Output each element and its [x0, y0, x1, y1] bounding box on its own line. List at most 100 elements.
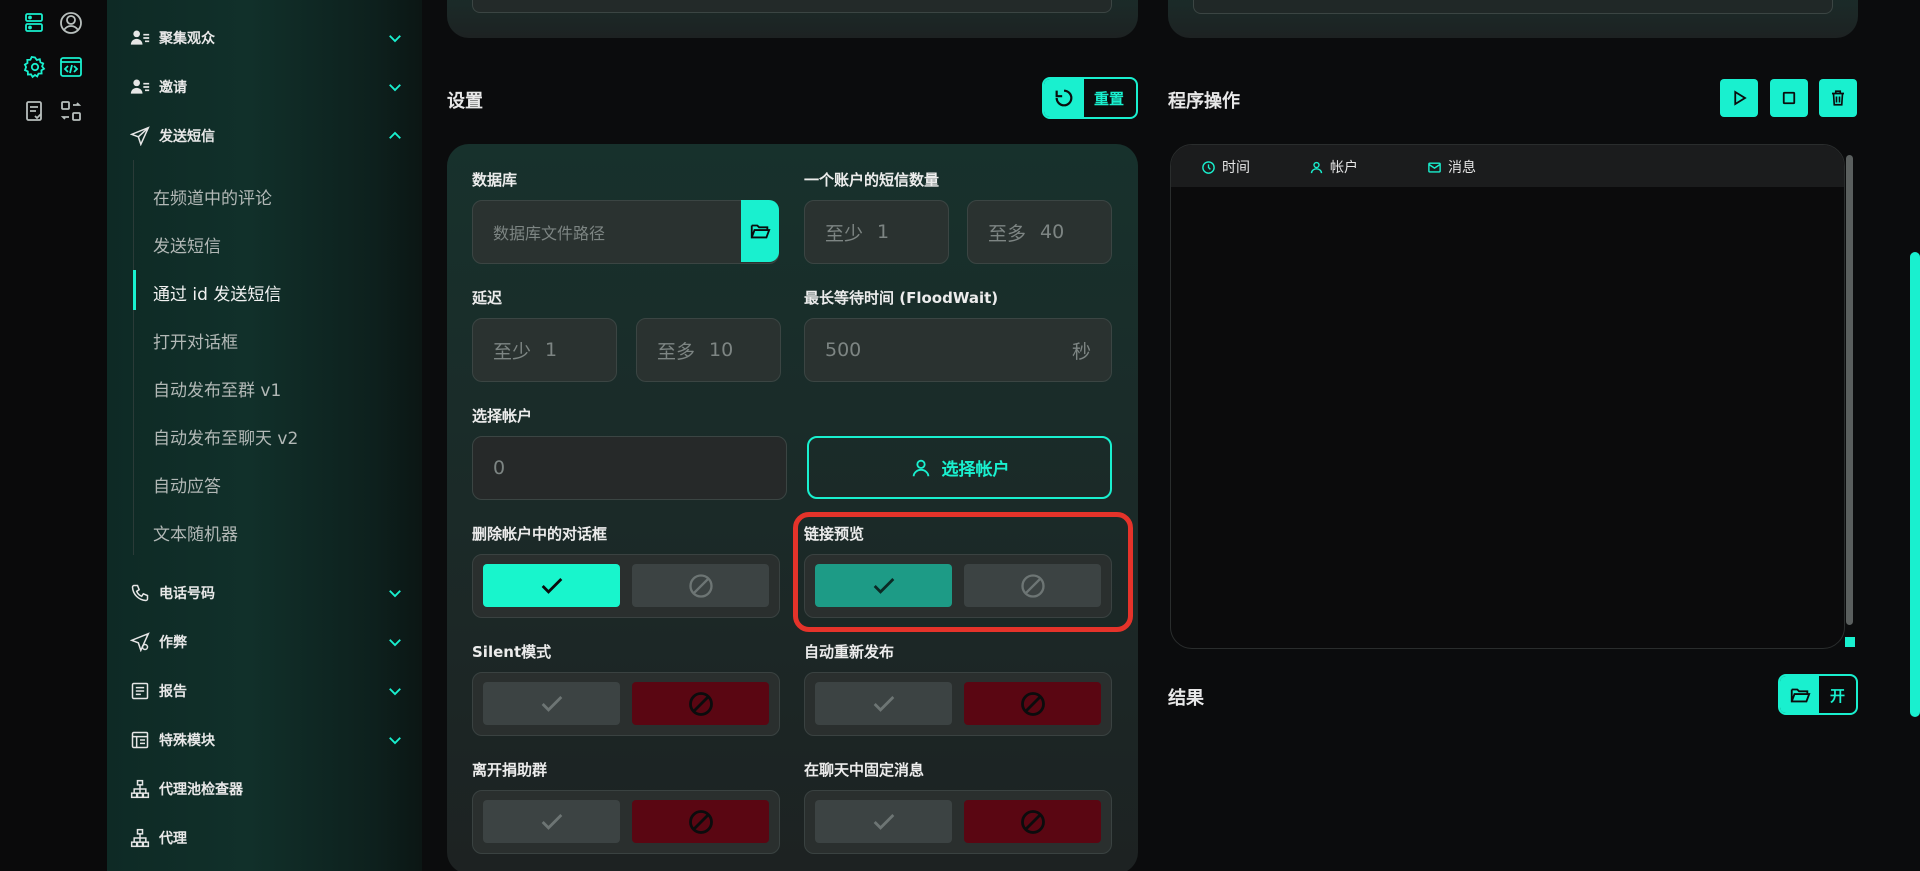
sms-max-value: 40	[1040, 221, 1065, 243]
check-icon	[541, 695, 562, 712]
leave-group-off-button[interactable]	[632, 800, 769, 843]
auto-repost-off-button[interactable]	[964, 682, 1101, 725]
log-header: 时间 帐户 消息	[1171, 145, 1844, 187]
chevron-down-icon	[389, 35, 401, 43]
max-prefix: 至多	[988, 222, 1027, 245]
subitem-auto-reply[interactable]: 自动应答	[153, 472, 221, 497]
sms-min-input[interactable]: 至少 1	[804, 200, 949, 264]
chevron-down-icon	[389, 590, 401, 598]
column-time-label: 时间	[1222, 160, 1250, 176]
database-path-input[interactable]: 数据库文件路径	[472, 200, 779, 264]
sidebar-item-audience[interactable]: 聚集观众	[129, 23, 404, 53]
ban-icon	[688, 691, 713, 716]
check-icon	[541, 813, 562, 830]
leave-group-label: 离开捐助群	[472, 761, 548, 779]
gear-icon[interactable]	[20, 52, 50, 82]
user-circle-icon[interactable]	[56, 8, 86, 38]
column-message-label: 消息	[1448, 160, 1476, 176]
user-icon	[912, 459, 929, 476]
input-remnant[interactable]	[1193, 0, 1833, 14]
min-prefix: 至少	[825, 222, 864, 245]
sidebar-item-cheat[interactable]: 作弊	[129, 627, 404, 657]
sidebar-item-label: 代理池检查器	[159, 782, 243, 798]
ban-icon	[1020, 809, 1045, 834]
check-icon	[873, 813, 894, 830]
pin-message-on-button[interactable]	[815, 800, 952, 843]
stop-button[interactable]	[1770, 79, 1808, 117]
user-icon	[1310, 161, 1323, 173]
chevron-down-icon	[389, 737, 401, 745]
floodwait-input[interactable]: 500 秒	[804, 318, 1112, 382]
delete-button[interactable]	[1819, 79, 1857, 117]
sidebar-item-phone-numbers[interactable]: 电话号码	[129, 578, 404, 608]
checklist-icon[interactable]	[20, 96, 50, 126]
subitem-text-randomizer[interactable]: 文本随机器	[153, 520, 238, 545]
auto-repost-toggle	[804, 672, 1112, 736]
auto-repost-on-button[interactable]	[815, 682, 952, 725]
transfer-icon[interactable]	[56, 96, 86, 126]
sidebar-item-label: 发送短信	[159, 129, 215, 145]
sidebar-item-special-modules[interactable]: 特殊模块	[129, 725, 404, 755]
silent-mode-on-button[interactable]	[483, 682, 620, 725]
auto-repost-label: 自动重新发布	[804, 643, 895, 661]
page-scrollbar[interactable]	[1910, 252, 1920, 717]
leave-group-on-button[interactable]	[483, 800, 620, 843]
active-indicator	[133, 270, 136, 310]
top-panel-left	[447, 0, 1138, 38]
sidebar-item-label: 邀请	[159, 80, 187, 96]
delete-dialogs-on-button[interactable]	[483, 564, 620, 607]
module-icon	[129, 729, 151, 751]
column-account-label: 帐户	[1330, 160, 1358, 176]
silent-mode-label: Silent模式	[472, 643, 552, 661]
column-account: 帐户	[1309, 157, 1358, 177]
sidebar-item-proxy[interactable]: 代理	[129, 823, 404, 853]
report-icon	[129, 680, 151, 702]
ban-icon	[688, 809, 713, 834]
reset-button[interactable]: 重置	[1042, 77, 1138, 119]
subitem-send-sms-by-id[interactable]: 通过 id 发送短信	[153, 280, 281, 305]
network-icon	[129, 778, 151, 800]
play-button[interactable]	[1720, 79, 1758, 117]
silent-mode-off-button[interactable]	[632, 682, 769, 725]
log-scrollbar[interactable]	[1846, 155, 1853, 625]
selected-accounts-input[interactable]: 0	[472, 436, 787, 500]
selected-accounts-value: 0	[493, 457, 506, 479]
delay-max-input[interactable]: 至多 10	[636, 318, 781, 382]
select-account-button-label: 选择帐户	[941, 460, 1010, 480]
play-icon	[1734, 90, 1747, 106]
browse-database-button[interactable]	[741, 200, 779, 262]
open-result-button[interactable]: 开	[1778, 674, 1858, 715]
sidebar-item-proxy-checker[interactable]: 代理池检查器	[129, 774, 404, 804]
sms-count-label: 一个账户的短信数量	[804, 171, 940, 189]
subitem-channel-comments[interactable]: 在频道中的评论	[153, 184, 272, 209]
chevron-down-icon	[389, 688, 401, 696]
delete-dialogs-off-button[interactable]	[632, 564, 769, 607]
server-list-icon[interactable]	[20, 8, 50, 38]
phone-icon	[129, 582, 151, 604]
result-title: 结果	[1168, 688, 1204, 709]
resize-handle[interactable]	[1845, 637, 1855, 647]
delay-min-value: 1	[545, 339, 558, 361]
subitem-send-sms[interactable]: 发送短信	[153, 232, 221, 257]
reset-icon-box	[1044, 79, 1084, 117]
delay-max-value: 10	[709, 339, 734, 361]
sidebar-item-reports[interactable]: 报告	[129, 676, 404, 706]
sidebar-item-invite[interactable]: 邀请	[129, 72, 404, 102]
delay-min-input[interactable]: 至少 1	[472, 318, 617, 382]
sidebar-item-send-sms[interactable]: 发送短信	[129, 121, 404, 151]
max-prefix: 至多	[657, 340, 696, 363]
subitem-autopost-group-v1[interactable]: 自动发布至群 v1	[153, 376, 281, 401]
folder-open-icon	[750, 224, 771, 239]
program-title: 程序操作	[1168, 91, 1240, 112]
sidebar-item-label: 代理	[159, 831, 187, 847]
code-window-icon[interactable]	[56, 52, 86, 82]
sms-max-input[interactable]: 至多 40	[967, 200, 1112, 264]
textarea-remnant[interactable]	[472, 0, 1112, 13]
select-account-button[interactable]: 选择帐户	[807, 436, 1112, 499]
mail-icon	[1428, 161, 1441, 173]
pin-message-off-button[interactable]	[964, 800, 1101, 843]
subitem-open-dialogs[interactable]: 打开对话框	[153, 328, 238, 353]
column-time: 时间	[1201, 157, 1250, 177]
sidebar-item-label: 聚集观众	[159, 31, 215, 47]
subitem-autopost-chat-v2[interactable]: 自动发布至聊天 v2	[153, 424, 298, 449]
